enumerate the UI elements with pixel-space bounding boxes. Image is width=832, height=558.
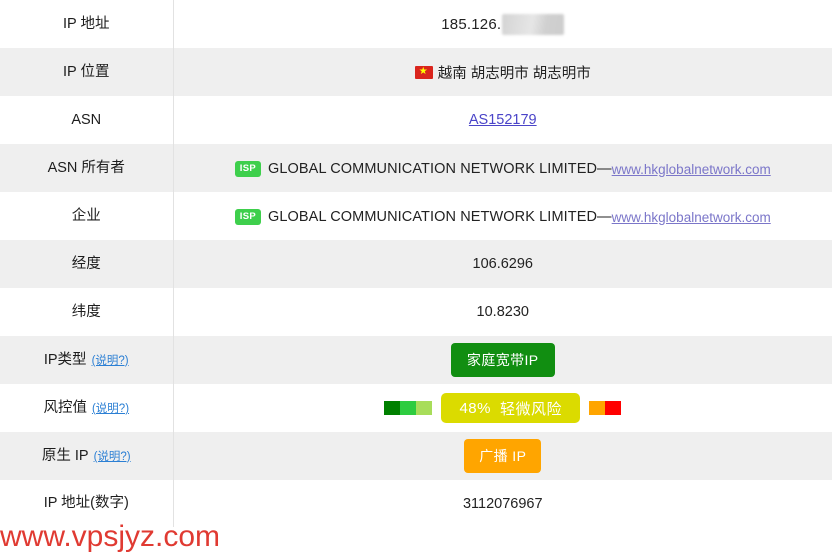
- risk-scale: 48% 轻微风险: [384, 393, 622, 423]
- row-label-ip-numeric: IP 地址(数字): [0, 480, 174, 527]
- risk-segment-green-light: [416, 401, 433, 415]
- table-row: IP 地址 185.126.: [0, 0, 832, 48]
- row-label-ip-location: IP 位置: [0, 48, 174, 96]
- table-row: 风控值 (说明?) 48% 轻微风险: [0, 384, 832, 432]
- label-text: IP 位置: [63, 63, 110, 80]
- ip-type-badge[interactable]: 家庭宽带IP: [450, 343, 555, 377]
- table-row: 企业 ISP GLOBAL COMMUNICATION NETWORK LIMI…: [0, 192, 832, 240]
- asn-owner-name: GLOBAL COMMUNICATION NETWORK LIMITED—: [267, 161, 612, 177]
- risk-segment-green-medium: [400, 401, 417, 415]
- row-label-longitude: 经度: [0, 240, 174, 288]
- native-ip-badge[interactable]: 广播 IP: [464, 439, 542, 473]
- row-label-risk-score: 风控值 (说明?): [0, 384, 174, 432]
- label-text: 经度: [71, 255, 101, 272]
- row-label-ip-address: IP 地址: [0, 0, 174, 48]
- row-value-ip-numeric: 3112076967: [173, 480, 832, 527]
- vietnam-flag-icon: [414, 65, 433, 79]
- table-row: 原生 IP (说明?) 广播 IP: [0, 432, 832, 480]
- asn-link[interactable]: AS152179: [469, 112, 537, 128]
- label-text: 风控值: [43, 399, 87, 416]
- label-text: 纬度: [71, 303, 101, 320]
- enterprise-line: ISP GLOBAL COMMUNICATION NETWORK LIMITED…: [234, 209, 771, 225]
- asn-owner-line: ISP GLOBAL COMMUNICATION NETWORK LIMITED…: [234, 161, 771, 177]
- risk-score-pill[interactable]: 48% 轻微风险: [441, 393, 581, 423]
- table-row: ASN AS152179: [0, 96, 832, 144]
- label-text: 企业: [71, 207, 101, 224]
- row-value-ip-location: 越南 胡志明市 胡志明市: [173, 48, 832, 96]
- row-value-ip-address: 185.126.: [173, 0, 832, 48]
- row-value-enterprise: ISP GLOBAL COMMUNICATION NETWORK LIMITED…: [173, 192, 832, 240]
- row-value-asn-owner: ISP GLOBAL COMMUNICATION NETWORK LIMITED…: [173, 144, 832, 192]
- risk-score-percent: 48%: [459, 399, 491, 417]
- row-value-risk-score: 48% 轻微风险: [173, 384, 832, 432]
- row-label-native-ip: 原生 IP (说明?): [0, 432, 174, 480]
- table-row: 经度 106.6296: [0, 240, 832, 288]
- table-row: ASN 所有者 ISP GLOBAL COMMUNICATION NETWORK…: [0, 144, 832, 192]
- label-text: IP 地址(数字): [43, 495, 129, 512]
- isp-badge: ISP: [234, 209, 261, 225]
- asn-owner-website-link[interactable]: www.hkglobalnetwork.com: [612, 162, 771, 177]
- row-label-ip-type: IP类型 (说明?): [0, 336, 174, 384]
- ip-info-table: IP 地址 185.126. IP 位置 越南 胡志明市 胡志明市 ASN AS…: [0, 0, 832, 527]
- label-text: IP 地址: [63, 15, 110, 32]
- label-text: ASN: [71, 111, 102, 128]
- row-value-asn: AS152179: [173, 96, 832, 144]
- ip-address-value: 185.126.: [441, 13, 565, 35]
- table-row: IP 位置 越南 胡志明市 胡志明市: [0, 48, 832, 96]
- table-row: 纬度 10.8230: [0, 288, 832, 336]
- table-row: IP类型 (说明?) 家庭宽带IP: [0, 336, 832, 384]
- row-value-native-ip: 广播 IP: [173, 432, 832, 480]
- risk-score-help-link[interactable]: (说明?): [92, 403, 129, 415]
- ip-location-text: 越南 胡志明市 胡志明市: [437, 65, 591, 82]
- row-label-asn: ASN: [0, 96, 174, 144]
- label-text: 原生 IP: [41, 447, 89, 464]
- isp-badge: ISP: [234, 161, 261, 177]
- risk-score-level: 轻微风险: [500, 400, 563, 418]
- ip-numeric-value: 3112076967: [462, 495, 543, 512]
- latitude-value: 10.8230: [476, 304, 529, 320]
- row-value-latitude: 10.8230: [173, 288, 832, 336]
- label-text: IP类型: [43, 351, 87, 368]
- longitude-value: 106.6296: [472, 256, 533, 272]
- table-row: IP 地址(数字) 3112076967: [0, 480, 832, 527]
- row-label-latitude: 纬度: [0, 288, 174, 336]
- row-label-enterprise: 企业: [0, 192, 174, 240]
- label-text: ASN 所有者: [47, 159, 125, 176]
- native-ip-help-link[interactable]: (说明?): [94, 451, 131, 463]
- ip-address-redaction-block: [502, 13, 565, 35]
- enterprise-name: GLOBAL COMMUNICATION NETWORK LIMITED—: [267, 209, 612, 225]
- risk-segment-red: [605, 401, 622, 415]
- row-value-longitude: 106.6296: [173, 240, 832, 288]
- row-value-ip-type: 家庭宽带IP: [173, 336, 832, 384]
- ip-type-help-link[interactable]: (说明?): [92, 355, 129, 367]
- ip-address-prefix: 185.126.: [441, 15, 502, 33]
- risk-segment-green-dark: [384, 401, 401, 415]
- row-label-asn-owner: ASN 所有者: [0, 144, 174, 192]
- risk-segment-orange: [589, 401, 606, 415]
- enterprise-website-link[interactable]: www.hkglobalnetwork.com: [612, 210, 771, 225]
- ip-info-table-body: IP 地址 185.126. IP 位置 越南 胡志明市 胡志明市 ASN AS…: [0, 0, 832, 527]
